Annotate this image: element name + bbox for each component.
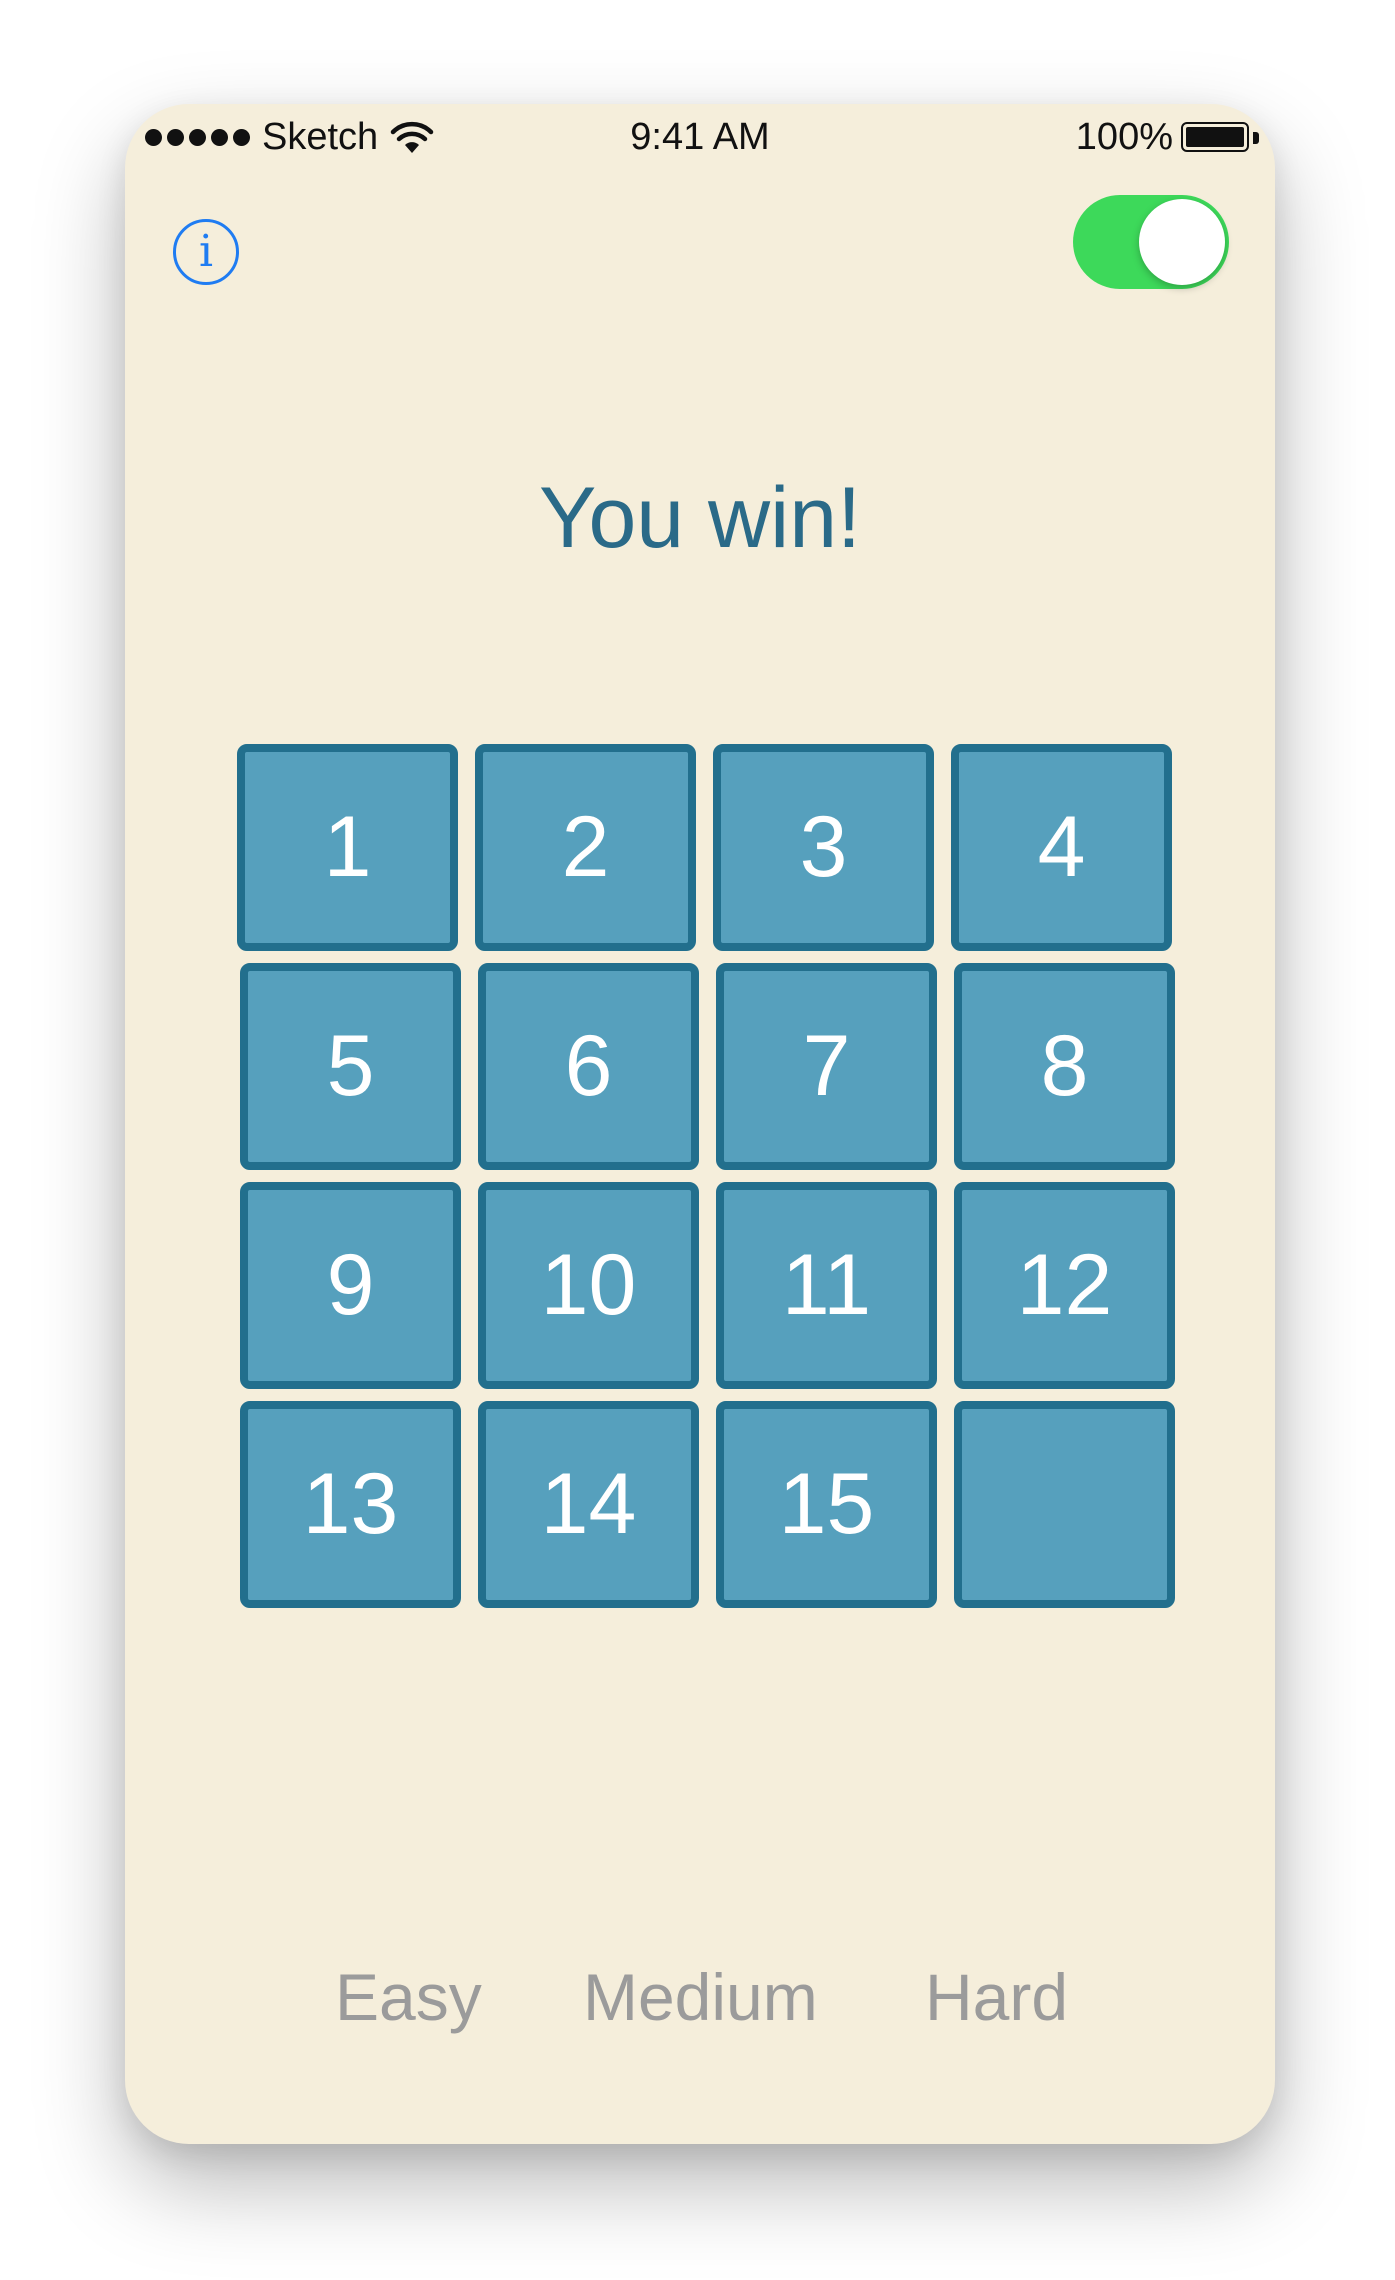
device-screen: Sketch 9:41 AM 100% i You win! 123456789… xyxy=(125,104,1275,2144)
puzzle-tile[interactable]: 5 xyxy=(240,963,461,1170)
puzzle-tile[interactable]: 11 xyxy=(716,1182,937,1389)
puzzle-tile[interactable]: 1 xyxy=(237,744,458,951)
puzzle-tile[interactable]: 12 xyxy=(954,1182,1175,1389)
info-icon[interactable]: i xyxy=(173,219,239,285)
status-right: 100% xyxy=(1076,116,1259,159)
game-status-message: You win! xyxy=(539,470,861,566)
puzzle-tile[interactable]: 7 xyxy=(716,963,937,1170)
puzzle-tile[interactable]: 9 xyxy=(240,1182,461,1389)
puzzle-tile[interactable]: 6 xyxy=(478,963,699,1170)
puzzle-tile[interactable]: 2 xyxy=(475,744,696,951)
puzzle-tile[interactable]: 8 xyxy=(954,963,1175,1170)
status-bar: Sketch 9:41 AM 100% xyxy=(125,104,1275,176)
puzzle-tile[interactable]: 4 xyxy=(951,744,1172,951)
empty-tile[interactable] xyxy=(954,1401,1175,1608)
battery-percentage: 100% xyxy=(1075,116,1173,158)
difficulty-medium-button[interactable]: Medium xyxy=(583,1959,818,2035)
puzzle-tile[interactable]: 10 xyxy=(478,1182,699,1389)
toggle-knob xyxy=(1139,199,1225,285)
difficulty-easy-button[interactable]: Easy xyxy=(335,1959,482,2035)
difficulty-selector: Easy Medium Hard xyxy=(125,1959,1275,2059)
puzzle-tile[interactable]: 3 xyxy=(713,744,934,951)
puzzle-board: 1 2 3 4 5 6 7 8 9 10 11 12 13 14 15 xyxy=(237,744,1177,1624)
battery-icon xyxy=(1181,121,1259,154)
sound-toggle[interactable] xyxy=(1073,195,1229,289)
puzzle-tile[interactable]: 14 xyxy=(478,1401,699,1608)
difficulty-hard-button[interactable]: Hard xyxy=(925,1959,1068,2035)
puzzle-tile[interactable]: 15 xyxy=(716,1401,937,1608)
puzzle-tile[interactable]: 13 xyxy=(240,1401,461,1608)
